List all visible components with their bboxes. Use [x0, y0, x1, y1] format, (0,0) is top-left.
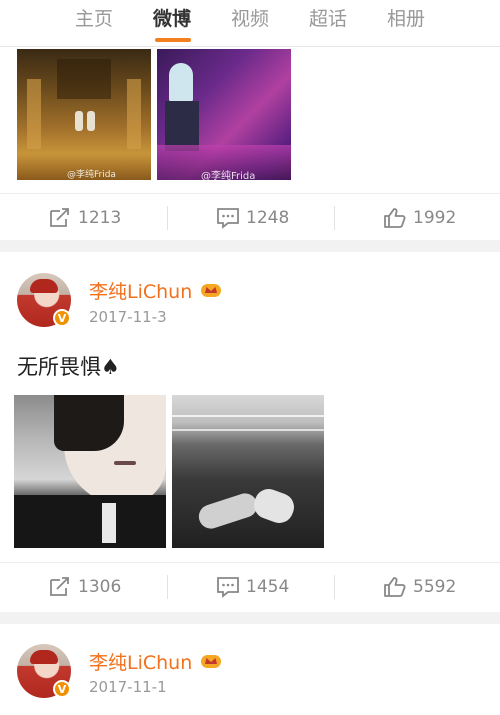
crown-icon[interactable] [200, 281, 222, 299]
repost-icon [50, 208, 69, 227]
tab-home[interactable]: 主页 [59, 4, 129, 34]
divider [334, 575, 335, 599]
like-count: 5592 [413, 577, 457, 597]
repost-count: 1213 [78, 208, 122, 228]
image-watermark: @李纯Frida [67, 170, 116, 180]
like-button[interactable]: 5592 [383, 563, 456, 611]
username[interactable]: 李纯LiChun [89, 277, 192, 304]
comment-button[interactable]: 1454 [216, 563, 289, 611]
post-actions: 1306 1454 5592 [0, 563, 500, 611]
divider [167, 206, 168, 230]
post-card: @李纯Frida @李纯Frida 1213 1248 1992 [0, 47, 500, 240]
post-image[interactable] [14, 395, 166, 548]
image-watermark: @李纯Frida [201, 171, 256, 180]
divider [167, 575, 168, 599]
like-button[interactable]: 1992 [383, 194, 456, 242]
repost-icon [50, 577, 69, 596]
comment-count: 1248 [246, 208, 290, 228]
profile-tab-bar: 主页 微博 视频 超话 相册 [0, 0, 500, 47]
post-actions: 1213 1248 1992 [0, 194, 500, 242]
active-tab-indicator [155, 38, 191, 42]
comment-icon [217, 577, 239, 598]
like-count: 1992 [413, 208, 457, 228]
tab-album[interactable]: 相册 [371, 4, 441, 34]
post-image[interactable] [172, 395, 324, 548]
username[interactable]: 李纯LiChun [89, 648, 192, 675]
repost-count: 1306 [78, 577, 122, 597]
tab-weibo[interactable]: 微博 [137, 4, 207, 34]
like-icon [384, 208, 406, 228]
divider [334, 206, 335, 230]
avatar[interactable]: V [17, 273, 71, 327]
comment-count: 1454 [246, 577, 290, 597]
post-card: V 李纯LiChun 2017-11-3 无所畏惧♠ 1306 1454 559… [0, 252, 500, 612]
post-date: 2017-11-1 [89, 678, 167, 696]
repost-button[interactable]: 1213 [48, 194, 121, 242]
avatar[interactable]: V [17, 644, 71, 698]
repost-button[interactable]: 1306 [48, 563, 121, 611]
post-text: 无所畏惧♠ [17, 355, 120, 379]
verified-icon: V [53, 680, 71, 698]
tab-supertopic[interactable]: 超话 [293, 4, 363, 34]
like-icon [384, 577, 406, 597]
verified-icon: V [53, 309, 71, 327]
comment-button[interactable]: 1248 [216, 194, 289, 242]
post-date: 2017-11-3 [89, 308, 167, 326]
comment-icon [217, 208, 239, 229]
post-image[interactable]: @李纯Frida [157, 49, 291, 180]
post-card: V 李纯LiChun 2017-11-1 [0, 624, 500, 715]
post-image[interactable]: @李纯Frida [17, 49, 151, 180]
tab-video[interactable]: 视频 [215, 4, 285, 34]
crown-icon[interactable] [200, 652, 222, 670]
